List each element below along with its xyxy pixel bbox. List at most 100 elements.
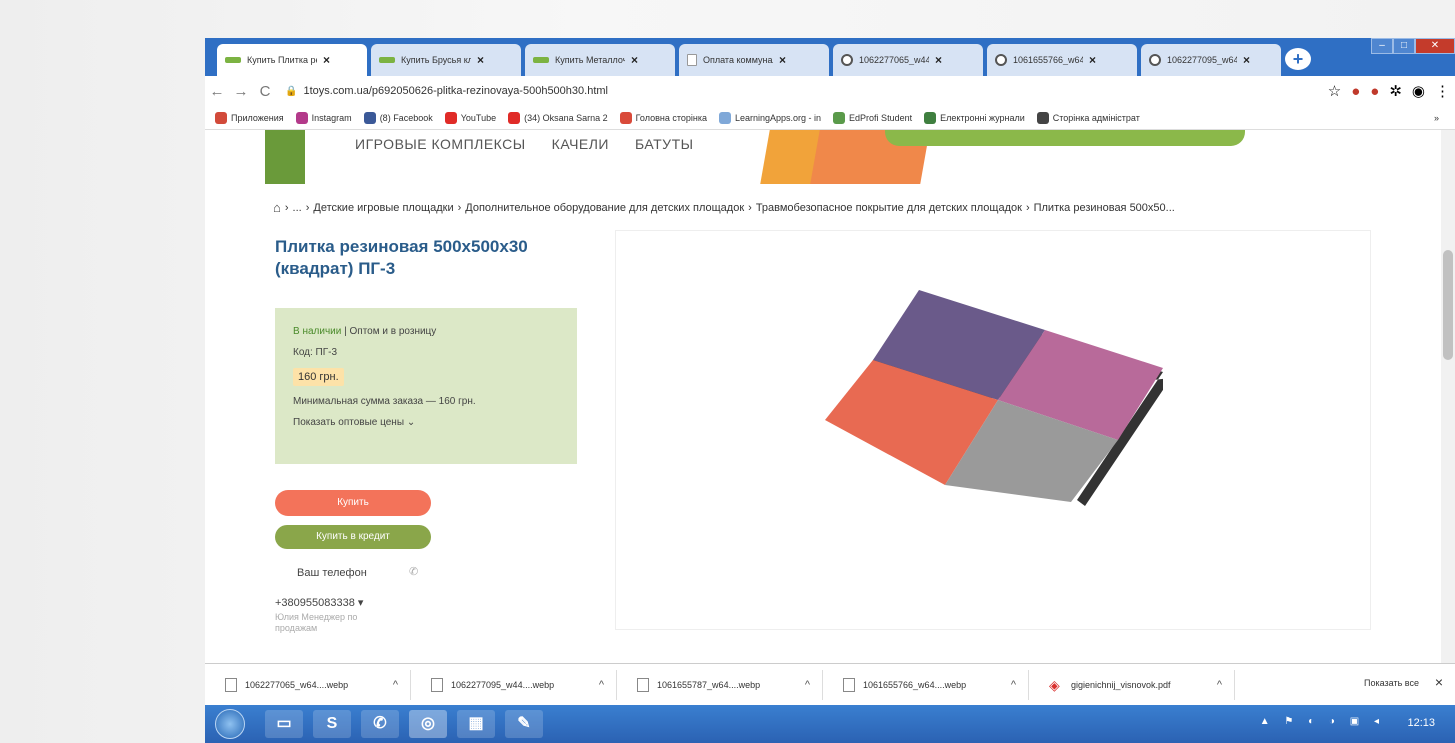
lock-icon: 🔒 — [285, 85, 298, 97]
new-tab-button[interactable]: + — [1285, 48, 1311, 70]
tab-close-icon[interactable]: × — [935, 53, 942, 67]
breadcrumb: ⌂ › ... › Детские игровые площадки › Доп… — [273, 200, 1175, 215]
bookmark-admin[interactable]: Сторінка адміністрат — [1036, 111, 1140, 124]
tab-close-icon[interactable]: × — [1243, 53, 1250, 67]
price-badge: 160 грн. — [293, 368, 344, 386]
browser-window: Купить Плитка рези × Купить Брусья клас … — [205, 38, 1455, 663]
bookmark-edprofi[interactable]: EdProfi Student — [833, 111, 912, 124]
bookmarks-bar: Приложения Instagram (8) Facebook YouTub… — [205, 106, 1455, 130]
page-scrollbar[interactable] — [1441, 130, 1455, 663]
phone-input[interactable]: Ваш телефон — [297, 567, 367, 579]
viber-icon[interactable]: ✆ — [361, 710, 399, 738]
download-item[interactable]: 1062277065_w64....webp ^ — [205, 669, 411, 700]
paint-icon[interactable]: ✎ — [505, 710, 543, 738]
tab-title: 1061655766_w640 — [1013, 55, 1083, 65]
tab-1[interactable]: Купить Плитка рези × — [217, 44, 367, 76]
bookmark-apps[interactable]: Приложения — [215, 111, 284, 124]
extension-icon[interactable]: ● — [1370, 83, 1379, 100]
download-item[interactable]: 1062277095_w44....webp ^ — [411, 669, 617, 700]
stock-status: В наличии — [293, 326, 342, 337]
buy-button[interactable]: Купить — [275, 490, 431, 516]
chevron-up-icon[interactable]: ^ — [393, 679, 398, 691]
nav-item-swings[interactable]: КАЧЕЛИ — [552, 136, 609, 152]
forward-button[interactable]: → — [229, 83, 253, 100]
tab-2[interactable]: Купить Брусья клас × — [371, 44, 521, 76]
tab-6[interactable]: 1061655766_w640 × — [987, 44, 1137, 76]
bookmark-youtube[interactable]: YouTube — [444, 111, 496, 124]
site-favicon-icon — [379, 57, 395, 63]
phone-number[interactable]: +380955083338 ▾ — [275, 596, 363, 609]
home-icon[interactable]: ⌂ — [273, 200, 281, 215]
bookmark-facebook[interactable]: (8) Facebook — [363, 111, 433, 124]
scrollbar-thumb[interactable] — [1443, 250, 1453, 360]
buy-on-credit-button[interactable]: Купить в кредит — [275, 525, 431, 549]
header-decoration — [885, 130, 1245, 146]
calculator-icon[interactable]: ▦ — [457, 710, 495, 738]
chevron-down-icon: ▾ — [357, 597, 364, 609]
breadcrumb-item[interactable]: Детские игровые площадки — [313, 202, 453, 214]
min-order-text: Минимальная сумма заказа — 160 грн. — [293, 396, 476, 407]
chevron-up-icon[interactable]: ^ — [599, 679, 604, 691]
skype-icon[interactable]: S — [313, 710, 351, 738]
tab-close-icon[interactable]: × — [323, 53, 330, 67]
nav-item-trampolines[interactable]: БАТУТЫ — [635, 136, 694, 152]
maximize-button[interactable]: □ — [1393, 38, 1415, 54]
tab-title: Купить Плитка рези — [247, 55, 317, 65]
file-icon — [431, 677, 443, 692]
show-all-downloads-button[interactable]: Показать все — [1364, 678, 1419, 688]
wholesale-prices-link[interactable]: Показать оптовые цены ⌄ — [293, 417, 559, 428]
bookmark-instagram[interactable]: Instagram — [295, 111, 352, 124]
site-favicon-icon — [533, 57, 549, 63]
bookmark-learningapps[interactable]: LearningApps.org - in — [718, 111, 821, 124]
minimize-button[interactable]: – — [1371, 38, 1393, 54]
download-item[interactable]: 1061655787_w64....webp ^ — [617, 669, 823, 700]
file-icon — [843, 677, 855, 692]
header-decoration — [265, 130, 305, 184]
explorer-icon[interactable]: ▭ — [265, 710, 303, 738]
chevron-up-icon[interactable]: ^ — [1217, 679, 1222, 691]
extension-icon[interactable]: ● — [1351, 83, 1360, 100]
extension-icon[interactable]: ✲ — [1389, 82, 1402, 100]
tab-3[interactable]: Купить Металлочес × — [525, 44, 675, 76]
star-icon[interactable]: ☆ — [1328, 82, 1341, 100]
download-item[interactable]: ◈ gigienichnij_visnovok.pdf ^ — [1029, 669, 1235, 700]
breadcrumb-item[interactable]: Травмобезопасное покрытие для детских пл… — [756, 202, 1022, 214]
tab-7[interactable]: 1062277095_w640 × — [1141, 44, 1281, 76]
url-text: 1toys.com.ua/p692050626-plitka-rezinovay… — [303, 85, 608, 97]
tab-close-icon[interactable]: × — [477, 53, 484, 67]
tab-close-icon[interactable]: × — [631, 53, 638, 67]
chrome-icon[interactable]: ◎ — [409, 710, 447, 738]
profile-avatar-icon[interactable]: ◉ — [1412, 82, 1425, 100]
close-downloads-icon[interactable]: × — [1435, 674, 1443, 690]
tab-5[interactable]: 1062277065_w44 × — [833, 44, 983, 76]
bookmark-journals[interactable]: Електронні журнали — [924, 111, 1025, 124]
address-bar[interactable]: 🔒 1toys.com.ua/p692050626-plitka-rezinov… — [285, 80, 1323, 102]
breadcrumb-item[interactable]: ... — [293, 202, 302, 214]
taskbar-clock[interactable]: 12:13 — [1407, 717, 1435, 729]
reload-button[interactable]: C — [253, 83, 277, 100]
browser-toolbar: ← → C 🔒 1toys.com.ua/p692050626-plitka-r… — [205, 76, 1455, 106]
pdf-icon: ◈ — [1049, 676, 1060, 693]
chevron-up-icon[interactable]: ^ — [805, 679, 810, 691]
bookmarks-more-button[interactable]: » — [1434, 113, 1439, 123]
breadcrumb-current: Плитка резиновая 500х50... — [1033, 201, 1175, 214]
back-button[interactable]: ← — [205, 83, 229, 100]
availability-row: В наличии | Оптом и в розницу — [293, 326, 437, 337]
tab-4[interactable]: Оплата коммунальн × — [679, 44, 829, 76]
download-item[interactable]: 1061655766_w64....webp ^ — [823, 669, 1029, 700]
downloads-bar: 1062277065_w64....webp ^ 1062277095_w44.… — [205, 663, 1455, 705]
nav-item-complexes[interactable]: ИГРОВЫЕ КОМПЛЕКСЫ — [355, 136, 526, 152]
windows-taskbar: ▭ S ✆ ◎ ▦ ✎ ▲ ⚑ ◐ ◑ ▣ ◂ 12:13 — [205, 705, 1455, 743]
start-button[interactable] — [215, 709, 245, 739]
chevron-up-icon[interactable]: ^ — [1011, 679, 1016, 691]
tab-close-icon[interactable]: × — [779, 53, 786, 67]
tab-close-icon[interactable]: × — [1089, 53, 1096, 67]
screen-photo: Купить Плитка рези × Купить Брусья клас … — [0, 0, 1455, 743]
menu-icon[interactable]: ⋮ — [1435, 82, 1450, 100]
bookmark-home[interactable]: Головна сторінка — [619, 111, 707, 124]
bookmark-youtube-channel[interactable]: (34) Oksana Sarna 2 — [508, 111, 608, 124]
close-window-button[interactable]: ✕ — [1415, 38, 1455, 54]
product-image[interactable] — [823, 290, 1171, 590]
system-tray[interactable]: ▲ ⚑ ◐ ◑ ▣ ◂ — [1260, 716, 1385, 727]
breadcrumb-item[interactable]: Дополнительное оборудование для детских … — [465, 202, 744, 214]
